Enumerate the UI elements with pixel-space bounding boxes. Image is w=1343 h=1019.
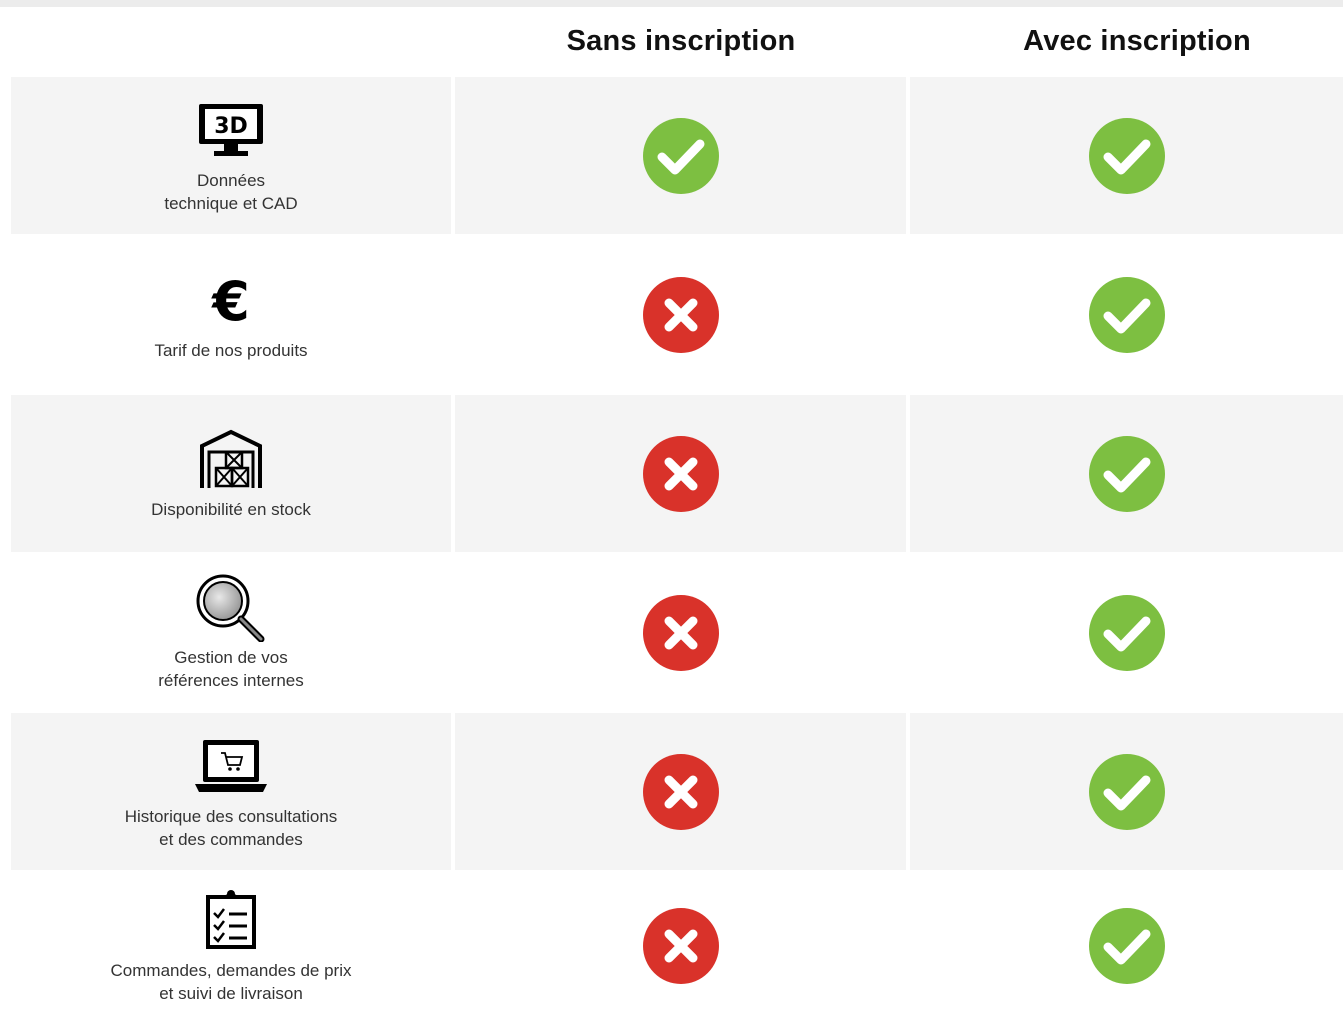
cross-icon xyxy=(642,753,719,830)
warehouse-icon xyxy=(192,426,270,492)
check-icon xyxy=(1088,594,1165,671)
feature-cell: Historique des consultations et des comm… xyxy=(11,713,451,870)
laptop-cart-icon xyxy=(192,733,270,799)
availability-sans-cell xyxy=(455,713,906,870)
table-header: Sans inscription Avec inscription xyxy=(0,7,1343,75)
table-row: 3D Données technique et CAD xyxy=(0,77,1343,234)
cross-icon xyxy=(642,276,719,353)
feature-label: Gestion de vos références internes xyxy=(158,647,304,690)
feature-cell: € Tarif de nos produits xyxy=(11,236,451,393)
svg-text:€: € xyxy=(210,270,250,330)
feature-cell: Commandes, demandes de prix et suivi de … xyxy=(11,872,451,1019)
table-row: Disponibilité en stock xyxy=(0,395,1343,552)
cross-icon xyxy=(642,907,719,984)
availability-avec-cell xyxy=(910,395,1343,552)
feature-label: Disponibilité en stock xyxy=(151,500,311,519)
availability-sans-cell xyxy=(455,77,906,234)
cross-icon xyxy=(642,594,719,671)
svg-text:3D: 3D xyxy=(214,114,248,139)
check-icon xyxy=(1088,117,1165,194)
check-icon xyxy=(642,117,719,194)
availability-sans-cell xyxy=(455,236,906,393)
euro-icon: € xyxy=(192,267,270,333)
check-icon xyxy=(1088,276,1165,353)
availability-avec-cell xyxy=(910,554,1343,711)
availability-avec-cell xyxy=(910,77,1343,234)
checklist-icon xyxy=(192,887,270,953)
availability-avec-cell xyxy=(910,872,1343,1019)
availability-sans-cell xyxy=(455,872,906,1019)
cross-icon xyxy=(642,435,719,512)
availability-sans-cell xyxy=(455,395,906,552)
check-icon xyxy=(1088,907,1165,984)
table-row: Historique des consultations et des comm… xyxy=(0,713,1343,870)
feature-label: Tarif de nos produits xyxy=(154,341,308,360)
availability-avec-cell xyxy=(910,236,1343,393)
feature-cell: 3D Données technique et CAD xyxy=(11,77,451,234)
check-icon xyxy=(1088,435,1165,512)
availability-sans-cell xyxy=(455,554,906,711)
column-title-sans-inscription: Sans inscription xyxy=(566,25,796,57)
monitor-3d-icon: 3D xyxy=(192,97,270,163)
check-icon xyxy=(1088,753,1165,830)
magnifier-icon xyxy=(192,574,270,642)
table-row: Commandes, demandes de prix et suivi de … xyxy=(0,872,1343,1019)
table-row: € Tarif de nos produits xyxy=(0,236,1343,393)
feature-cell: Gestion de vos références internes xyxy=(11,554,451,711)
feature-cell: Disponibilité en stock xyxy=(11,395,451,552)
table-row: Gestion de vos références internes xyxy=(0,554,1343,711)
availability-avec-cell xyxy=(910,713,1343,870)
feature-label: Historique des consultations et des comm… xyxy=(124,806,338,849)
feature-label: Commandes, demandes de prix et suivi de … xyxy=(110,960,352,1003)
column-title-avec-inscription: Avec inscription xyxy=(1023,25,1251,57)
feature-label: Données technique et CAD xyxy=(164,170,298,213)
top-bar xyxy=(0,0,1343,7)
